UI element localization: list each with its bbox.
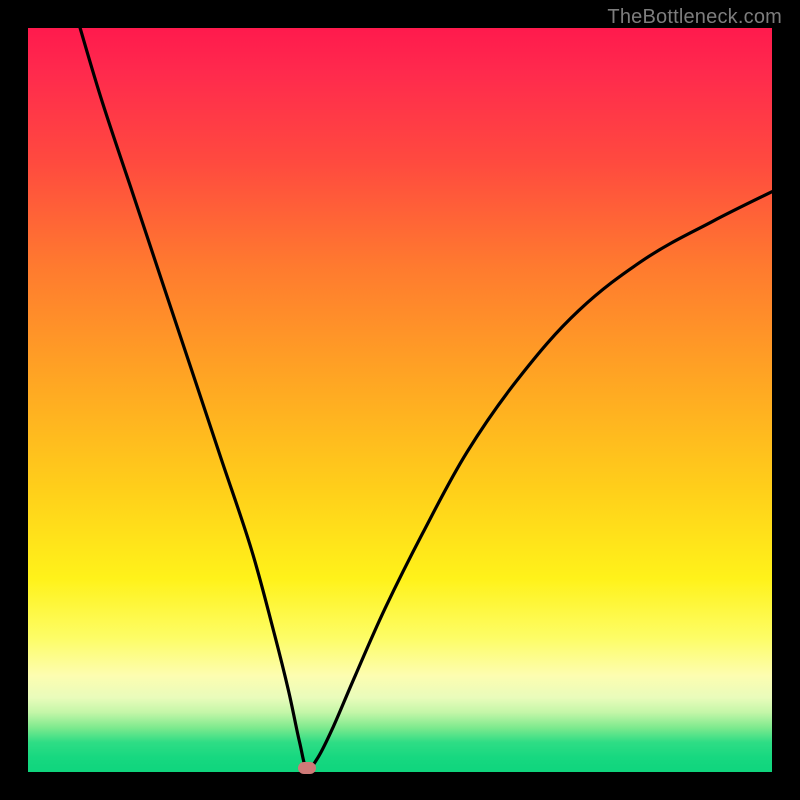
curve-path (80, 28, 772, 769)
bottleneck-curve (28, 28, 772, 772)
watermark-text: TheBottleneck.com (607, 6, 782, 29)
plot-area (28, 28, 772, 772)
minimum-marker (298, 762, 316, 774)
chart-frame: TheBottleneck.com (0, 0, 800, 800)
